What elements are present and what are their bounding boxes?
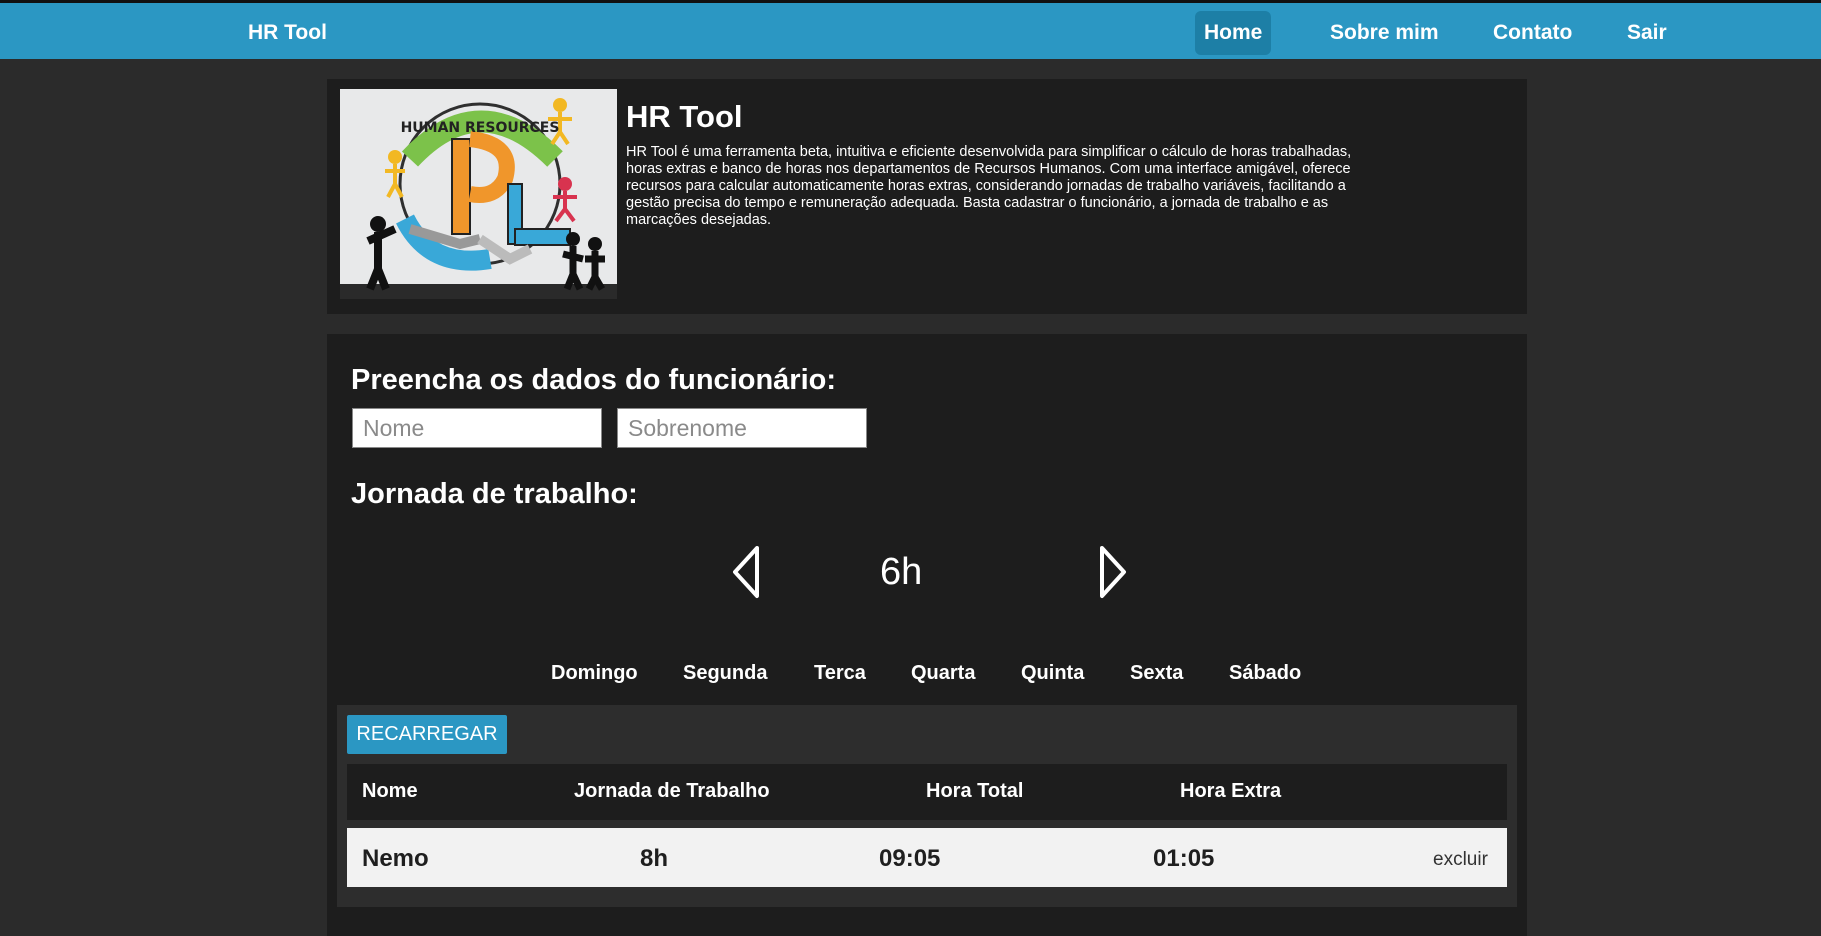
chevron-right-icon [1100, 546, 1126, 598]
nav-home[interactable]: Home [1195, 11, 1272, 55]
reload-button[interactable]: RECARREGAR [347, 715, 507, 754]
nav-contato[interactable]: Contato [1484, 11, 1581, 55]
day-quinta[interactable]: Quinta [1021, 662, 1084, 685]
cell-jornada: 8h [640, 845, 669, 872]
header-nome: Nome [362, 780, 418, 802]
last-name-input[interactable] [617, 408, 867, 448]
cell-hora-total: 09:05 [879, 845, 941, 872]
header-jornada: Jornada de Trabalho [574, 780, 770, 802]
cell-hora-extra: 01:05 [1153, 845, 1215, 872]
chevron-left-icon [733, 546, 759, 598]
day-quarta[interactable]: Quarta [911, 662, 975, 685]
schedule-title: Jornada de trabalho: [351, 478, 638, 510]
header-hora-extra: Hora Extra [1180, 780, 1282, 802]
day-domingo[interactable]: Domingo [551, 662, 638, 685]
day-segunda[interactable]: Segunda [683, 662, 767, 685]
cell-nome: Nemo [362, 845, 429, 872]
day-sexta[interactable]: Sexta [1130, 662, 1183, 685]
employee-form-card: Preencha os dados do funcionário: Jornad… [327, 334, 1527, 936]
header-hora-total: Hora Total [926, 780, 1024, 802]
decrease-hours-button[interactable] [727, 544, 767, 600]
about-card: HUMAN RESOURCES HR Tool HR Tool é uma fe… [327, 79, 1527, 314]
nav-sobre-mim[interactable]: Sobre mim [1321, 11, 1448, 55]
nav-sair[interactable]: Sair [1618, 11, 1676, 55]
about-title: HR Tool [626, 99, 743, 134]
hr-illustration-image: HUMAN RESOURCES [340, 89, 617, 299]
table-header: Nome Jornada de Trabalho Hora Total Hora… [347, 764, 1507, 820]
delete-link[interactable]: excluir [1433, 849, 1488, 871]
increase-hours-button[interactable] [1092, 544, 1132, 600]
first-name-input[interactable] [352, 408, 602, 448]
brand-logo[interactable]: HR Tool [248, 21, 327, 45]
hours-value: 6h [880, 551, 923, 593]
illustration-label: HUMAN RESOURCES [401, 120, 560, 136]
table-row: Nemo 8h 09:05 01:05 excluir [347, 828, 1507, 887]
day-sabado[interactable]: Sábado [1229, 662, 1301, 685]
form-title: Preencha os dados do funcionário: [351, 364, 837, 396]
top-navbar: HR Tool Home Sobre mim Contato Sair [0, 0, 1821, 59]
employees-table: RECARREGAR Nome Jornada de Trabalho Hora… [337, 705, 1517, 907]
day-terca[interactable]: Terca [814, 662, 866, 685]
about-description: HR Tool é uma ferramenta beta, intuitiva… [626, 144, 1352, 228]
